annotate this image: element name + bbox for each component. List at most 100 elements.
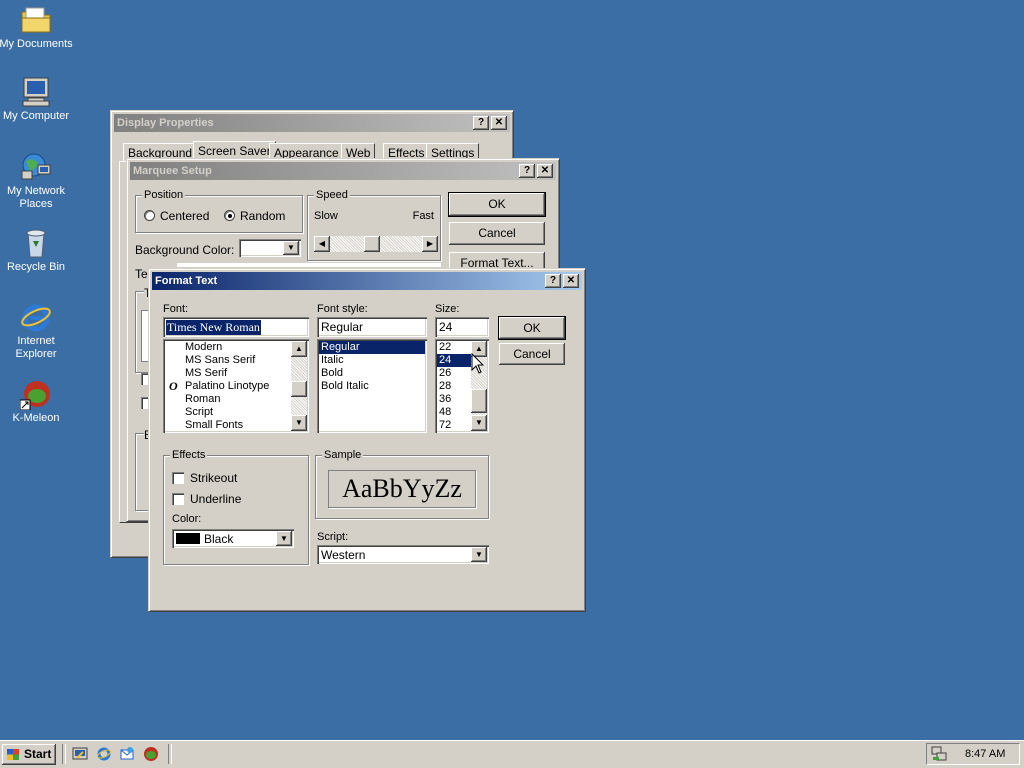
internet-explorer-icon <box>97 747 111 761</box>
effects-group: Effects Strikeout Underline Color: Black… <box>163 449 309 565</box>
list-item[interactable]: 36 <box>437 393 471 406</box>
desktop-icon-label: Internet Explorer <box>15 335 57 360</box>
font-list-scrollbar[interactable]: ▲ ▼ <box>291 341 307 431</box>
quick-launch-show-desktop[interactable] <box>72 746 88 762</box>
format-cancel-button[interactable]: Cancel <box>499 343 565 365</box>
kmeleon-icon <box>144 747 158 761</box>
chevron-down-icon[interactable]: ▼ <box>471 547 487 562</box>
format-text-titlebar[interactable]: Format Text ? ✕ <box>152 272 582 290</box>
list-item[interactable]: 26 <box>437 367 471 380</box>
marquee-setup-titlebar[interactable]: Marquee Setup ? ✕ <box>130 162 556 180</box>
opentype-font-icon: O <box>169 379 178 393</box>
script-label: Script: <box>317 531 349 543</box>
font-list[interactable]: Modern MS Sans Serif MS Serif Palatino L… <box>163 339 309 433</box>
list-item[interactable]: Palatino Linotype <box>183 380 269 393</box>
desktop-icon-my-documents[interactable]: My Documents <box>0 4 74 51</box>
quick-launch-outlook[interactable] <box>119 746 135 762</box>
centered-radio[interactable] <box>144 210 155 221</box>
list-item-selected[interactable]: Regular <box>319 341 425 354</box>
system-tray: 8:47 AM <box>926 743 1020 765</box>
help-button[interactable]: ? <box>545 274 561 288</box>
underline-checkbox[interactable] <box>172 493 184 505</box>
speed-thumb[interactable] <box>364 236 380 252</box>
font-style-input[interactable]: Regular <box>317 317 427 337</box>
random-label: Random <box>240 209 286 223</box>
list-item[interactable]: Small Fonts <box>183 419 269 432</box>
scroll-up-button[interactable]: ▲ <box>291 341 307 357</box>
color-label: Color: <box>172 513 202 525</box>
font-input[interactable]: Times New Roman <box>163 317 309 337</box>
quick-launch-kmeleon[interactable] <box>143 746 159 762</box>
list-item[interactable]: 72 <box>437 419 471 432</box>
effects-label: Effects <box>170 449 208 461</box>
random-radio[interactable] <box>224 210 235 221</box>
strikeout-checkbox[interactable] <box>172 472 184 484</box>
scroll-right-button[interactable]: ▶ <box>422 236 438 252</box>
list-item[interactable]: Script <box>183 406 269 419</box>
color-swatch <box>176 533 200 544</box>
size-list-thumb[interactable] <box>471 389 487 413</box>
color-dropdown[interactable]: Black ▼ <box>172 529 294 548</box>
list-item[interactable]: Bold Italic <box>319 380 425 393</box>
display-properties-titlebar[interactable]: Display Properties ? ✕ <box>114 114 510 132</box>
font-list-thumb[interactable] <box>291 381 307 397</box>
desktop-icon-recycle-bin[interactable]: Recycle Bin <box>0 227 74 274</box>
size-input-value: 24 <box>439 320 453 334</box>
strikeout-label: Strikeout <box>190 471 238 485</box>
desktop-icon-label: My Network Places <box>6 185 66 210</box>
start-label: Start <box>24 747 52 761</box>
desktop-icon-label: My Computer <box>2 110 70 122</box>
quick-launch-ie[interactable] <box>96 746 112 762</box>
size-label: Size: <box>435 303 460 315</box>
close-button[interactable]: ✕ <box>537 164 553 178</box>
show-desktop-icon <box>72 747 88 760</box>
close-button[interactable]: ✕ <box>563 274 579 288</box>
scroll-left-button[interactable]: ◀ <box>314 236 330 252</box>
font-style-input-value: Regular <box>321 320 364 334</box>
taskbar-separator <box>62 744 66 764</box>
speed-scrollbar[interactable]: ◀ ▶ <box>314 236 438 252</box>
list-item-selected[interactable]: 24 <box>437 354 471 367</box>
size-input[interactable]: 24 <box>435 317 489 337</box>
desktop-icon-my-network-places[interactable]: My Network Places <box>0 151 74 211</box>
chevron-down-icon[interactable]: ▼ <box>276 531 292 546</box>
list-item[interactable]: MS Sans Serif <box>183 354 269 367</box>
list-item[interactable]: Bold <box>319 367 425 380</box>
position-label: Position <box>142 189 186 201</box>
help-button[interactable]: ? <box>473 116 489 130</box>
scroll-down-button[interactable]: ▼ <box>471 415 487 431</box>
network-tray-icon[interactable] <box>931 746 947 762</box>
format-ok-button[interactable]: OK <box>498 316 566 340</box>
list-item[interactable]: 28 <box>437 380 471 393</box>
list-item[interactable]: Modern <box>183 341 269 354</box>
list-item[interactable]: 22 <box>437 341 471 354</box>
internet-explorer-icon <box>20 301 52 333</box>
desktop-icon-internet-explorer[interactable]: Internet Explorer <box>0 301 74 361</box>
list-item[interactable]: Italic <box>319 354 425 367</box>
desktop-icon-label: Recycle Bin <box>6 261 66 273</box>
fast-label: Fast <box>412 210 434 222</box>
font-style-list[interactable]: Regular Italic Bold Bold Italic <box>317 339 427 433</box>
sample-group: Sample AaBbYyZz <box>315 449 489 519</box>
script-dropdown[interactable]: Western ▼ <box>317 545 489 564</box>
slow-label: Slow <box>314 210 338 222</box>
marquee-cancel-button[interactable]: Cancel <box>449 222 545 245</box>
font-input-value: Times New Roman <box>166 320 261 335</box>
list-item[interactable]: MS Serif <box>183 367 269 380</box>
help-button[interactable]: ? <box>519 164 535 178</box>
font-style-label: Font style: <box>317 303 368 315</box>
desktop-icon-k-meleon[interactable]: K-Meleon <box>0 378 74 425</box>
desktop-icon-my-computer[interactable]: My Computer <box>0 76 74 123</box>
background-color-dropdown[interactable]: ▼ <box>239 239 301 257</box>
computer-icon <box>20 76 52 108</box>
clock[interactable]: 8:47 AM <box>965 748 1005 760</box>
chevron-down-icon[interactable]: ▼ <box>283 241 299 255</box>
list-item[interactable]: Roman <box>183 393 269 406</box>
list-item[interactable]: 48 <box>437 406 471 419</box>
window-title: Marquee Setup <box>133 165 212 177</box>
close-button[interactable]: ✕ <box>491 116 507 130</box>
start-button[interactable]: Start <box>2 744 56 765</box>
sample-preview: AaBbYyZz <box>328 470 476 508</box>
scroll-down-button[interactable]: ▼ <box>291 415 307 431</box>
marquee-ok-button[interactable]: OK <box>448 192 546 217</box>
